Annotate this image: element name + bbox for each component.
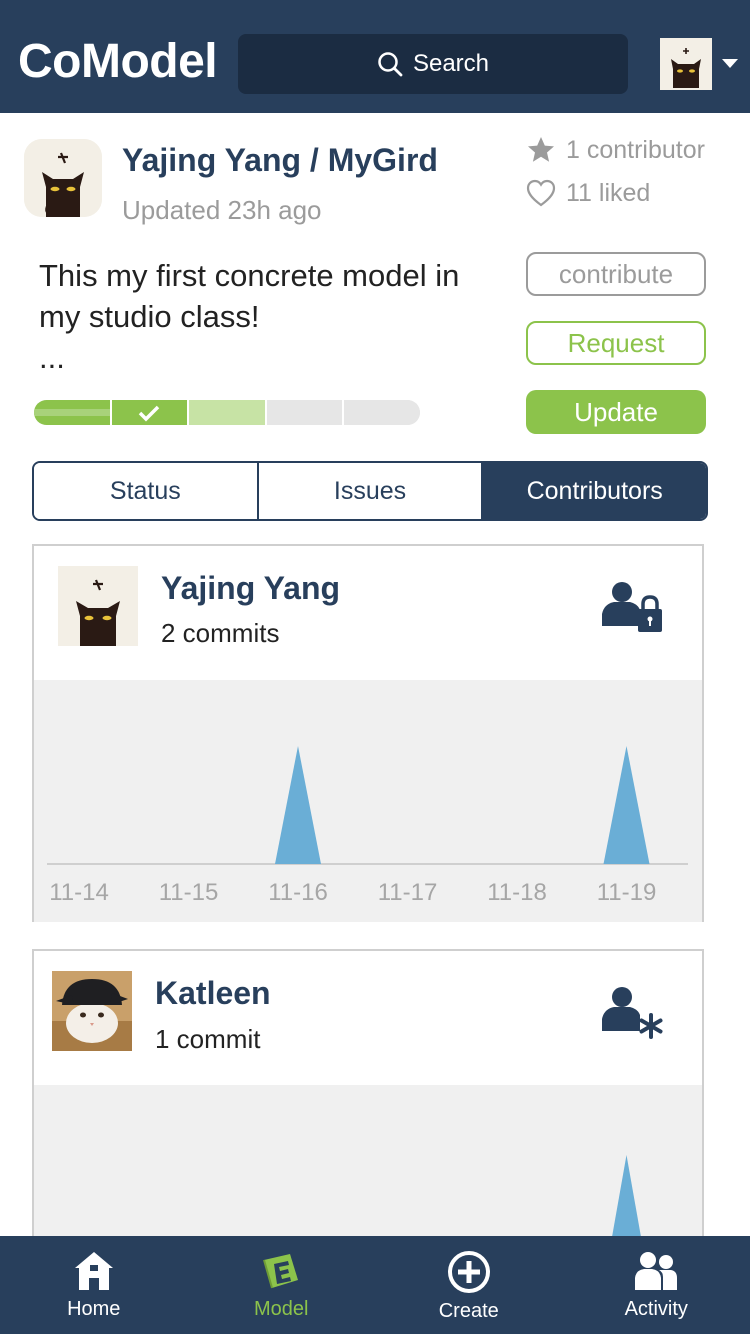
- x-tick-label: 11-15: [159, 879, 219, 906]
- contributor-count-label: 1 contributor: [566, 135, 705, 164]
- contributor-count: 1 contributor: [526, 135, 705, 165]
- contributor-avatar[interactable]: [52, 971, 132, 1051]
- likes[interactable]: 11 liked: [526, 178, 650, 208]
- commit-chart: 11-14 11-15 11-16 11-17 11-18 11-19: [34, 680, 702, 922]
- nav-model[interactable]: Model: [188, 1236, 376, 1334]
- star-icon: [528, 137, 554, 162]
- progress-step-current: [111, 400, 190, 425]
- section-tabs: Status Issues Contributors: [32, 461, 708, 521]
- app-logo[interactable]: CoModel: [18, 34, 218, 89]
- progress-step: [189, 400, 267, 425]
- progress-step: [266, 400, 345, 425]
- top-bar: CoModel Search: [0, 0, 750, 113]
- caret-down-icon[interactable]: [722, 59, 738, 68]
- description-text: This my first concrete model in my studi…: [39, 258, 460, 334]
- nav-home-label: Home: [67, 1298, 121, 1320]
- request-button[interactable]: Request: [526, 321, 706, 365]
- contributor-avatar[interactable]: [58, 566, 138, 646]
- progress-step: [344, 400, 420, 425]
- contributor-commits: 2 commits: [161, 618, 280, 648]
- nav-activity-label: Activity: [624, 1298, 688, 1320]
- x-tick-label: 11-17: [378, 879, 438, 906]
- description-ellipsis[interactable]: ...: [39, 337, 479, 378]
- updated-time: Updated 23h ago: [122, 195, 322, 225]
- project-description: This my first concrete model in my studi…: [39, 255, 479, 378]
- search-button[interactable]: Search: [238, 34, 628, 94]
- contributor-commits: 1 commit: [155, 1024, 261, 1054]
- heart-icon: [526, 179, 556, 207]
- contributor-name[interactable]: Yajing Yang: [161, 570, 340, 607]
- tab-issues[interactable]: Issues: [258, 463, 484, 519]
- tab-status[interactable]: Status: [34, 463, 259, 519]
- x-tick-label: 11-18: [487, 879, 547, 906]
- nav-activity[interactable]: Activity: [563, 1236, 750, 1334]
- commit-chart-svg: 11-14 11-15 11-16 11-17 11-18 11-19: [47, 746, 688, 906]
- user-asterisk-icon[interactable]: [600, 985, 666, 1046]
- cat-hat-avatar-image: [52, 971, 132, 1051]
- user-avatar[interactable]: [660, 38, 712, 90]
- x-tick-label: 11-14: [49, 879, 109, 906]
- contributor-card: Yajing Yang 2 commits 11-14 11-15 11-16 11-…: [32, 544, 704, 922]
- people-icon: [635, 1252, 678, 1290]
- tab-contributors[interactable]: Contributors: [483, 463, 706, 519]
- plus-circle-icon: [447, 1251, 490, 1293]
- home-icon: [74, 1252, 113, 1290]
- bottom-nav: Home Model Create Activity: [0, 1236, 750, 1334]
- project-avatar[interactable]: [24, 139, 102, 217]
- search-icon: [378, 52, 403, 77]
- check-icon: [139, 405, 160, 421]
- contribute-button[interactable]: contribute: [526, 252, 706, 296]
- user-lock-icon[interactable]: [600, 580, 666, 641]
- commit-spike: [275, 746, 321, 864]
- cat-avatar-image: [24, 139, 102, 217]
- contributor-card: Katleen 1 commit: [32, 949, 704, 1269]
- project-title[interactable]: Yajing Yang / MyGird: [122, 142, 438, 179]
- nav-create[interactable]: Create: [375, 1236, 563, 1334]
- nav-create-label: Create: [438, 1300, 499, 1322]
- x-tick-label: 11-16: [268, 879, 328, 906]
- model-icon: [263, 1254, 299, 1289]
- nav-home[interactable]: Home: [0, 1236, 188, 1334]
- progress-step: [34, 400, 112, 425]
- update-button[interactable]: Update: [526, 390, 706, 434]
- x-tick-label: 11-19: [597, 879, 657, 906]
- commit-spike: [603, 746, 650, 864]
- search-label: Search: [412, 50, 490, 77]
- cat-avatar-image: [58, 566, 138, 646]
- contributor-name[interactable]: Katleen: [155, 975, 271, 1012]
- likes-label: 11 liked: [566, 178, 651, 207]
- progress-bar: [34, 400, 420, 425]
- nav-model-label: Model: [254, 1298, 309, 1320]
- cat-avatar-image: [660, 38, 712, 90]
